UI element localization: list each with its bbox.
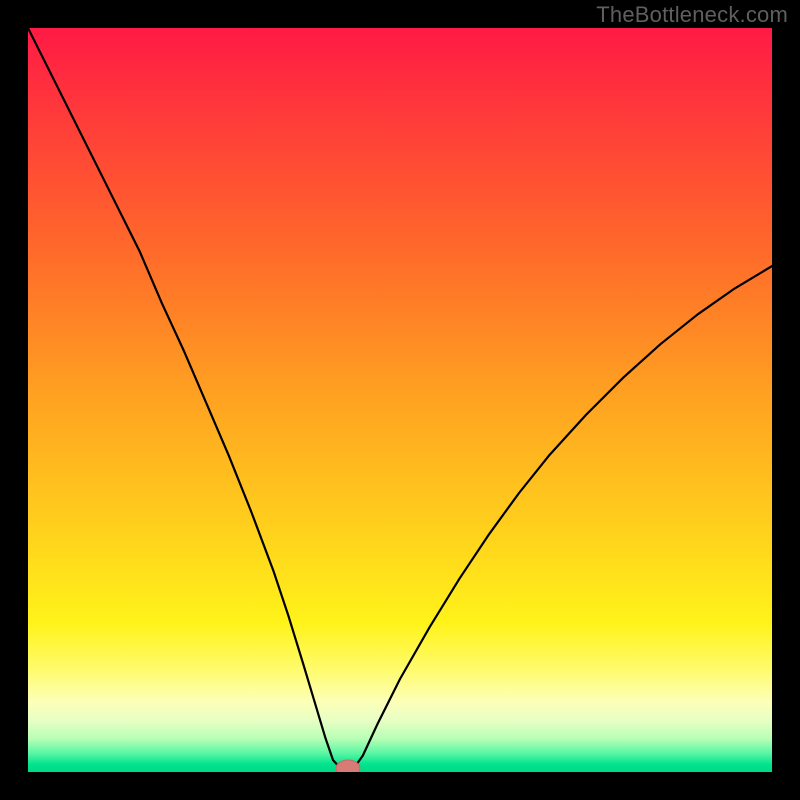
balance-point-marker xyxy=(336,760,360,772)
watermark-text: TheBottleneck.com xyxy=(596,2,788,28)
bottleneck-chart xyxy=(28,28,772,772)
plot-background xyxy=(28,28,772,772)
chart-stage: TheBottleneck.com xyxy=(0,0,800,800)
